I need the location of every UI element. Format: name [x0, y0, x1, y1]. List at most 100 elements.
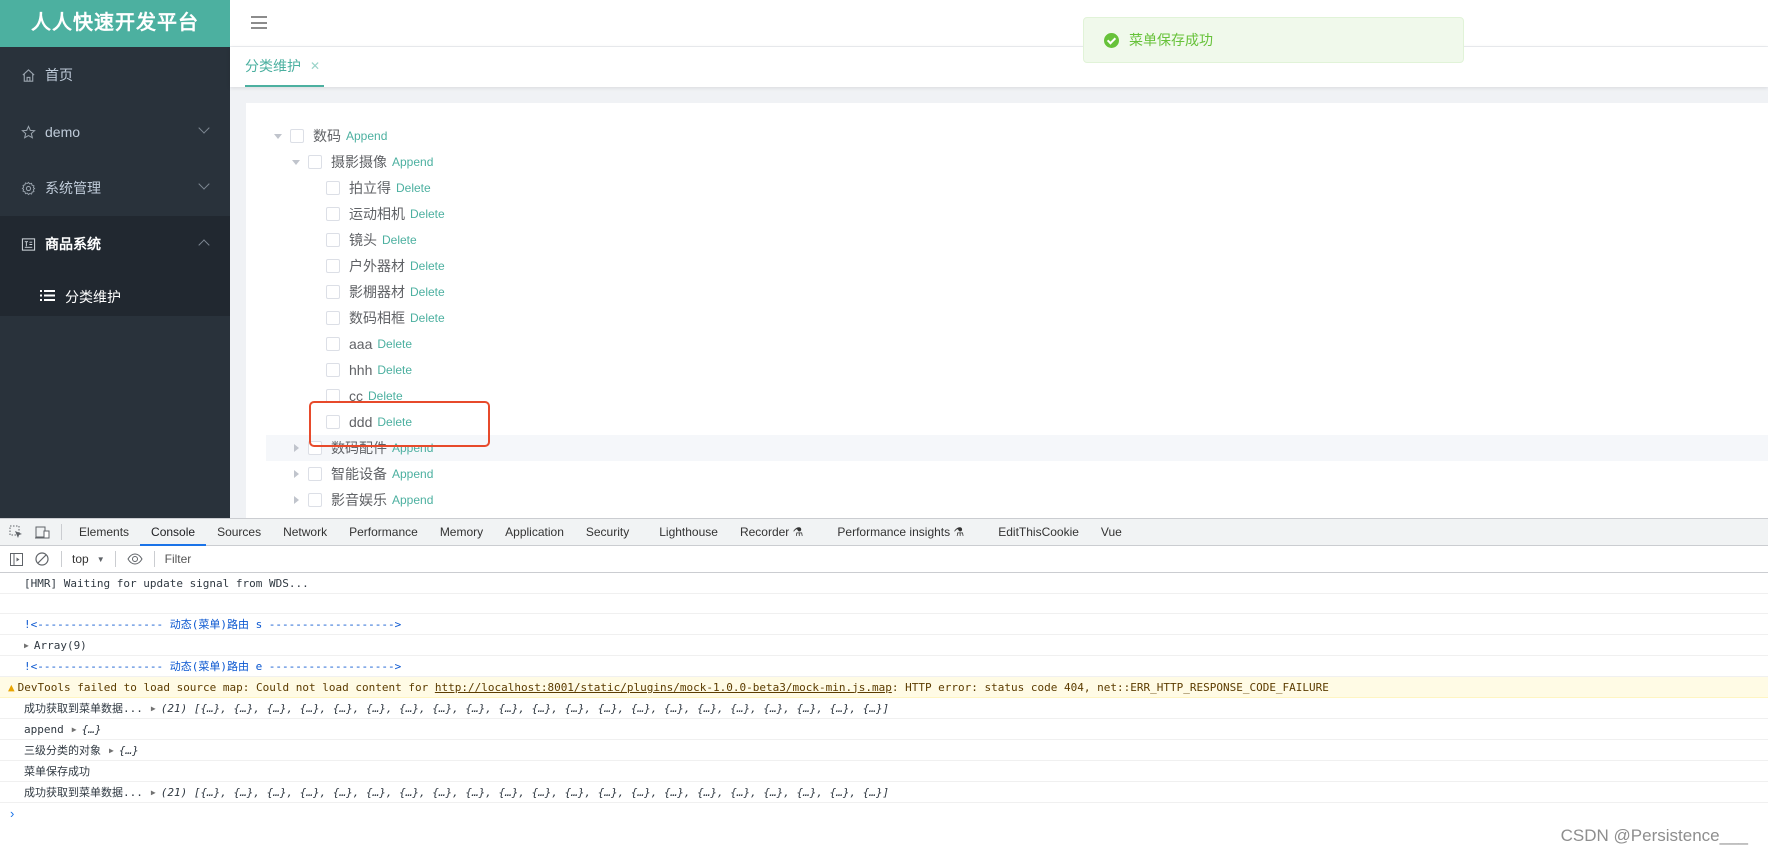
inspect-element-icon[interactable]	[3, 519, 29, 546]
tree-expand-toggle[interactable]	[284, 444, 308, 452]
tree-expand-toggle[interactable]	[266, 133, 290, 139]
console-text: DevTools failed to load source map: Coul…	[17, 680, 435, 694]
source-map-link[interactable]: http://localhost:8001/static/plugins/moc…	[435, 681, 892, 694]
console-prompt[interactable]: ›	[0, 803, 1768, 824]
tree-node[interactable]: 镜头 Delete	[266, 227, 1768, 253]
tree-node-checkbox[interactable]	[308, 467, 322, 481]
tab-category[interactable]: 分类维护 ✕	[245, 47, 325, 87]
tree-node-checkbox[interactable]	[326, 285, 340, 299]
tree-expand-toggle[interactable]	[284, 159, 308, 165]
console-object[interactable]: {…}	[82, 723, 102, 736]
sidebar-item-product-system[interactable]: 商品系统	[0, 216, 230, 272]
delete-button[interactable]: Delete	[410, 259, 445, 273]
tree-node[interactable]: 智能设备 Append	[266, 461, 1768, 487]
tree-node[interactable]: 摄影摄像 Append	[266, 149, 1768, 175]
tree-node-checkbox[interactable]	[290, 129, 304, 143]
append-button[interactable]: Append	[346, 129, 387, 143]
delete-button[interactable]: Delete	[377, 363, 412, 377]
append-button[interactable]: Append	[392, 467, 433, 481]
devtools-tab-application[interactable]: Application	[494, 519, 575, 546]
tree-node-checkbox[interactable]	[308, 493, 322, 507]
delete-button[interactable]: Delete	[382, 233, 417, 247]
devtools-tab-lighthouse[interactable]: Lighthouse	[648, 519, 729, 546]
tree-node-checkbox[interactable]	[326, 415, 340, 429]
clear-console-icon[interactable]	[29, 546, 55, 573]
close-icon[interactable]: ✕	[310, 59, 320, 73]
tree-node-checkbox[interactable]	[326, 363, 340, 377]
delete-button[interactable]: Delete	[377, 415, 412, 429]
console-object[interactable]: {…}	[119, 744, 139, 757]
tree-node-checkbox[interactable]	[326, 181, 340, 195]
expand-triangle-icon[interactable]: ▶	[109, 746, 114, 755]
console-message[interactable]: ▶ Array(9)	[0, 635, 1768, 656]
tree-expand-toggle[interactable]	[284, 496, 308, 504]
tree-node[interactable]: 拍立得 Delete	[266, 175, 1768, 201]
tree-node[interactable]: aaa Delete	[266, 331, 1768, 357]
tree-node-checkbox[interactable]	[308, 441, 322, 455]
tree-node[interactable]: 户外器材 Delete	[266, 253, 1768, 279]
tree-node[interactable]: ddd Delete	[266, 409, 1768, 435]
tree-node-checkbox[interactable]	[326, 259, 340, 273]
console-object[interactable]: (21) [{…}, {…}, {…}, {…}, {…}, {…}, {…},…	[161, 702, 889, 715]
eye-icon[interactable]	[122, 546, 148, 573]
devtools-panel: Elements Console Sources Network Performance…	[0, 518, 1768, 852]
sidebar-toggle-icon[interactable]	[3, 546, 29, 573]
append-button[interactable]: Append	[392, 441, 433, 455]
devtools-tab-console[interactable]: Console	[140, 519, 207, 546]
sidebar-item-demo[interactable]: demo	[0, 104, 230, 160]
expand-triangle-icon[interactable]: ▶	[72, 725, 77, 734]
delete-button[interactable]: Delete	[410, 285, 445, 299]
append-button[interactable]: Append	[392, 493, 433, 507]
delete-button[interactable]: Delete	[410, 311, 445, 325]
delete-button[interactable]: Delete	[396, 181, 431, 195]
devtools-tab-sources[interactable]: Sources	[206, 519, 272, 546]
devtools-tab-performance[interactable]: Performance	[338, 519, 429, 546]
sidebar-item-home[interactable]: 首页	[0, 47, 230, 103]
tree-node-checkbox[interactable]	[326, 207, 340, 221]
tree-node-label: 摄影摄像	[331, 154, 387, 170]
console-filter-input[interactable]	[160, 548, 1768, 570]
sidebar-item-system[interactable]: 系统管理	[0, 160, 230, 216]
delete-button[interactable]: Delete	[377, 337, 412, 351]
tree-node[interactable]: 数码 Append	[266, 123, 1768, 149]
sidebar-toggle-icon[interactable]	[251, 16, 267, 29]
tree-node[interactable]: 运动相机 Delete	[266, 201, 1768, 227]
tree-node-checkbox[interactable]	[326, 389, 340, 403]
tree-node-label: hhh	[349, 362, 373, 378]
tree-node[interactable]: 影棚器材 Delete	[266, 279, 1768, 305]
delete-button[interactable]: Delete	[368, 389, 403, 403]
tree-node-checkbox[interactable]	[326, 311, 340, 325]
expand-triangle-icon[interactable]: ▶	[151, 788, 156, 797]
tree-node[interactable]: 数码配件 Append	[266, 435, 1768, 461]
devtools-tab-network[interactable]: Network	[272, 519, 338, 546]
tree-node[interactable]: hhh Delete	[266, 357, 1768, 383]
tree-node[interactable]: cc Delete	[266, 383, 1768, 409]
console-text: [HMR] Waiting for update signal from WDS…	[24, 576, 309, 590]
expand-triangle-icon[interactable]: ▶	[24, 641, 29, 650]
caret-down-icon	[292, 159, 300, 165]
context-selector[interactable]: top ▼	[68, 552, 109, 566]
tree-node[interactable]: 数码相框 Delete	[266, 305, 1768, 331]
tree-expand-toggle[interactable]	[284, 470, 308, 478]
devtools-tab-performance-insights[interactable]: Performance insights ⚗	[826, 519, 975, 546]
append-button[interactable]: Append	[392, 155, 433, 169]
sidebar-subitem-label: 分类维护	[65, 289, 121, 305]
app-logo[interactable]: 人人快速开发平台	[0, 0, 230, 47]
caret-right-icon	[293, 470, 299, 478]
tree-node[interactable]: 影音娱乐 Append	[266, 487, 1768, 513]
tree-node-checkbox[interactable]	[308, 155, 322, 169]
devtools-tab-vue[interactable]: Vue	[1090, 519, 1133, 546]
devtools-tab-memory[interactable]: Memory	[429, 519, 494, 546]
devtools-tab-recorder[interactable]: Recorder ⚗	[729, 519, 814, 546]
devtools-tab-security[interactable]: Security	[575, 519, 640, 546]
sidebar-subitem-category[interactable]: 分类维护	[0, 272, 230, 322]
delete-button[interactable]: Delete	[410, 207, 445, 221]
devtools-tab-editthiscookie[interactable]: EditThisCookie	[987, 519, 1090, 546]
expand-triangle-icon[interactable]: ▶	[151, 704, 156, 713]
console-object[interactable]: (21) [{…}, {…}, {…}, {…}, {…}, {…}, {…},…	[161, 786, 889, 799]
tree-node-checkbox[interactable]	[326, 233, 340, 247]
devtools-tab-elements[interactable]: Elements	[68, 519, 140, 546]
warning-icon: ▲	[8, 680, 15, 694]
tree-node-checkbox[interactable]	[326, 337, 340, 351]
device-toolbar-icon[interactable]	[29, 519, 55, 546]
